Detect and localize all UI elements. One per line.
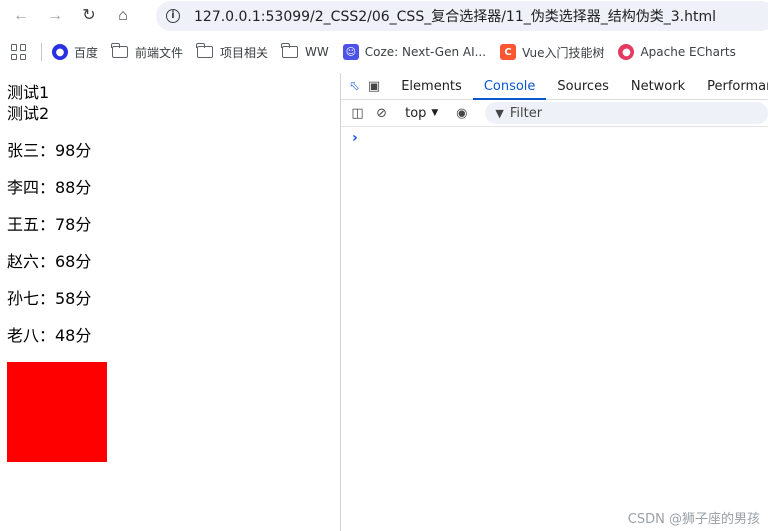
bookmark-vue[interactable]: C Vue入门技能树 [500, 44, 604, 61]
site-info-icon[interactable]: i [166, 9, 180, 23]
tab-elements[interactable]: Elements [390, 73, 473, 100]
tab-sources[interactable]: Sources [546, 73, 619, 100]
folder-icon [196, 43, 214, 58]
bookmark-label: Apache ECharts [640, 45, 736, 59]
bookmarks-bar: ● 百度 前端文件 项目相关 WW ☺ Coze: Next-Gen AI...… [0, 36, 768, 68]
bookmark-coze[interactable]: ☺ Coze: Next-Gen AI... [342, 44, 487, 60]
context-selector[interactable]: top ▼ [405, 106, 438, 121]
console-toolbar: ◫ ⊘ top ▼ ◉ ▼ Filter [341, 100, 768, 127]
score-paragraph: 张三：98分 [7, 141, 92, 160]
devtools-tabbar: ⬁ ▣ Elements Console Sources Network Per… [341, 73, 768, 100]
score-paragraph: 李四：88分 [7, 178, 92, 197]
console-prompt-chevron-icon[interactable]: › [352, 130, 768, 146]
eye-icon[interactable]: ◉ [454, 105, 469, 121]
bookmarks-divider [41, 43, 42, 61]
devtools-panel: ⬁ ▣ Elements Console Sources Network Per… [340, 73, 768, 531]
filter-icon: ▼ [495, 106, 504, 120]
sidebar-toggle-icon[interactable]: ◫ [350, 105, 365, 121]
echarts-icon: ● [618, 44, 635, 60]
bookmark-folder-projects[interactable]: 项目相关 [196, 43, 269, 61]
csdn-icon: C [500, 44, 517, 60]
page-viewport: 测试1 测试2 张三：98分 李四：88分 王五：78分 赵六：68分 孙七：5… [0, 73, 340, 531]
baidu-paw-icon: ● [52, 44, 68, 60]
tab-console[interactable]: Console [472, 73, 547, 100]
bookmark-label: 百度 [74, 45, 99, 60]
home-button[interactable]: ⌂ [110, 3, 136, 29]
bookmark-label: Vue入门技能树 [522, 45, 605, 60]
score-paragraph: 赵六：68分 [7, 252, 92, 271]
filter-placeholder: Filter [509, 105, 543, 121]
apps-grid-icon[interactable] [11, 44, 27, 60]
tab-performance[interactable]: Performance [696, 73, 768, 100]
bookmark-folder-frontend[interactable]: 前端文件 [111, 43, 184, 61]
device-toolbar-icon[interactable]: ▣ [368, 77, 380, 95]
forward-button[interactable]: → [42, 3, 68, 29]
address-bar[interactable]: i 127.0.0.1:53099/2_CSS2/06_CSS_复合选择器/11… [156, 1, 768, 31]
watermark: CSDN @狮子座的男孩 [627, 512, 760, 527]
bookmark-label: Coze: Next-Gen AI... [364, 45, 487, 59]
score-paragraph: 孙七：58分 [7, 289, 92, 308]
folder-icon [111, 43, 129, 58]
tab-network[interactable]: Network [620, 73, 696, 100]
test-line: 测试1 [7, 83, 50, 102]
back-button[interactable]: ← [8, 3, 34, 29]
context-label: top [405, 105, 427, 121]
score-paragraph: 老八：48分 [7, 326, 92, 345]
browser-toolbar: ← → ↻ ⌂ i 127.0.0.1:53099/2_CSS2/06_CSS_… [0, 0, 768, 32]
test-line: 测试2 [7, 104, 50, 123]
folder-icon [281, 43, 299, 58]
clear-console-icon[interactable]: ⊘ [374, 105, 389, 121]
url-text[interactable]: 127.0.0.1:53099/2_CSS2/06_CSS_复合选择器/11_伪… [194, 6, 716, 26]
bookmark-echarts[interactable]: ● Apache ECharts [618, 44, 736, 60]
bookmark-baidu[interactable]: ● 百度 [52, 44, 98, 61]
bookmark-label: 项目相关 [220, 45, 269, 60]
bookmark-label: 前端文件 [135, 45, 184, 60]
filter-input[interactable]: ▼ Filter [485, 102, 768, 124]
caret-down-icon: ▼ [431, 108, 439, 118]
reload-button[interactable]: ↻ [76, 3, 102, 29]
red-square [7, 362, 107, 462]
score-paragraph: 王五：78分 [7, 215, 92, 234]
coze-icon: ☺ [342, 44, 359, 60]
bookmark-label: WW [305, 45, 329, 59]
bookmark-folder-ww[interactable]: WW [281, 43, 329, 59]
inspect-element-icon[interactable]: ⬁ [349, 77, 360, 95]
